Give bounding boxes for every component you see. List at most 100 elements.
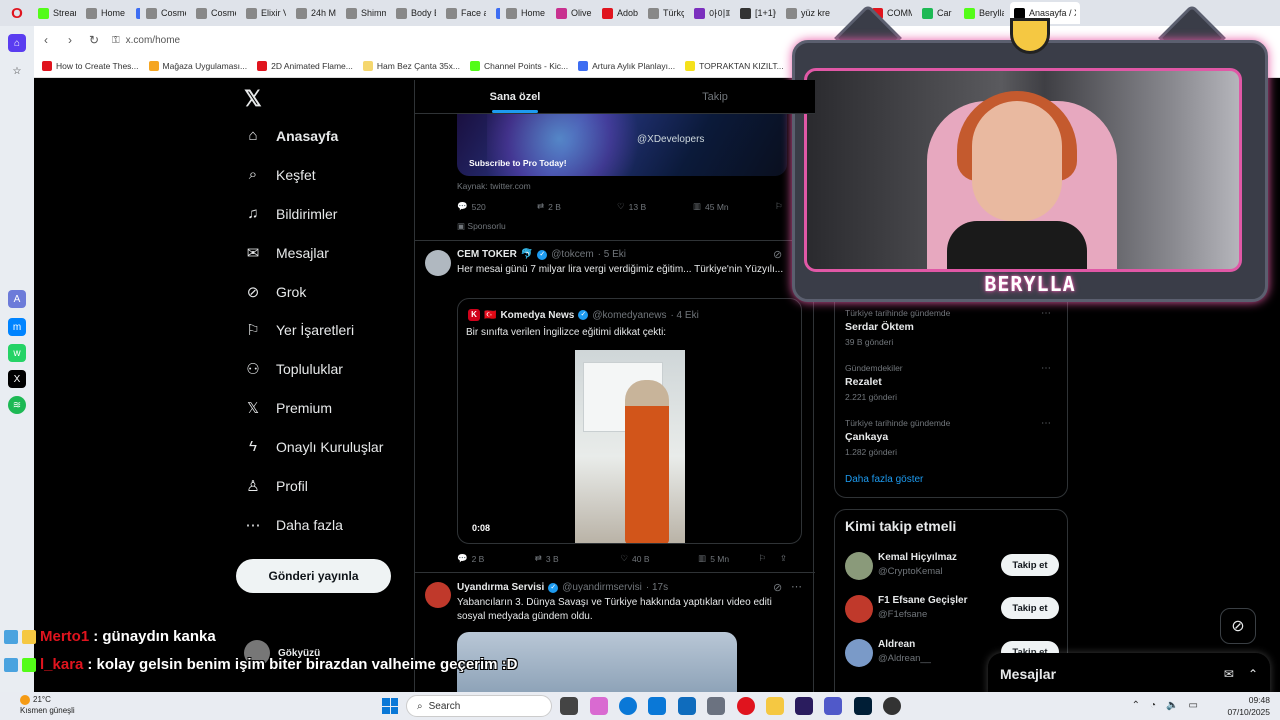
quoted-tweet[interactable]: K 🇹🇷 Komedya News ✓ @komedyanews · 4 Eki… <box>457 298 802 544</box>
start-button[interactable] <box>382 698 398 714</box>
author-handle[interactable]: @uyandirmservisi <box>562 582 642 593</box>
photoshop-icon[interactable] <box>854 697 872 715</box>
task-view-icon[interactable] <box>560 697 578 715</box>
follow-button[interactable]: Takip et <box>1001 597 1059 619</box>
browser-tab[interactable]: Elixir Vo <box>242 2 290 24</box>
weather-widget[interactable]: 21°C Kısmen güneşli <box>20 694 75 716</box>
nav-item-anasayfa[interactable]: ⌂ Anasayfa <box>244 127 338 144</box>
tab-following[interactable]: Takip <box>615 80 815 113</box>
obs-icon[interactable] <box>883 697 901 715</box>
browser-tab[interactable]: Türkçe ç <box>644 2 688 24</box>
pinboard-icon[interactable]: ☆ <box>8 62 26 80</box>
avatar[interactable] <box>425 250 451 276</box>
workspace-icon[interactable]: ⌂ <box>8 34 26 52</box>
nav-item-profil[interactable]: ♙ Profil <box>244 477 308 495</box>
nav-item-mesajlar[interactable]: ✉ Mesajlar <box>244 244 329 262</box>
browser-tab[interactable]: Berylla <box>960 2 1008 24</box>
reply-button[interactable]: 💬 2 B <box>457 553 535 564</box>
views-button[interactable]: ▥ 5 Mn <box>698 553 758 564</box>
bookmark-button[interactable]: ⚐ <box>758 553 779 564</box>
bookmark-item[interactable]: Artura Aylık Planlayı... <box>578 60 675 71</box>
x-sidebar-icon[interactable]: X <box>8 370 26 388</box>
browser-tab[interactable]: Body Bu <box>392 2 440 24</box>
grok-analyze-icon[interactable]: ⊘ <box>773 581 782 594</box>
browser-tab[interactable]: Car <box>918 2 958 24</box>
grok-floating-button[interactable]: ⊘ <box>1220 608 1256 644</box>
after-effects-icon[interactable] <box>795 697 813 715</box>
bookmark-item[interactable]: 2D Animated Flame... <box>257 60 353 71</box>
site-info-icon[interactable]: ⚿ <box>112 35 120 46</box>
chevron-up-icon[interactable]: ⌃ <box>1132 700 1140 711</box>
trend-item[interactable]: Türkiye tarihinde gündemde Çankaya 1.282 g… <box>845 418 1059 457</box>
video-player[interactable] <box>575 350 685 543</box>
browser-tab[interactable]: Olive Sp <box>552 2 596 24</box>
nav-item-daha-fazla[interactable]: ⋯ Daha fazla <box>244 516 343 534</box>
battery-icon[interactable]: ▭ <box>1189 700 1198 711</box>
follow-suggestion[interactable]: Kemal Hiçyılmaz @CryptoKemal Takip et <box>845 550 1059 586</box>
browser-tab[interactable]: Stream <box>34 2 80 24</box>
author-name[interactable]: Uyandırma Servisi <box>457 582 544 593</box>
aria-icon[interactable]: A <box>8 290 26 308</box>
browser-tab[interactable] <box>492 2 500 24</box>
reply-button[interactable]: 💬 520 <box>457 201 537 212</box>
share-button[interactable]: ⇪ <box>780 553 787 564</box>
clock[interactable]: 09:48 07/10/2025 <box>1227 694 1270 718</box>
more-options-icon[interactable]: ⋯ <box>1041 418 1051 429</box>
grok-analyze-icon[interactable]: ⊘ <box>773 248 782 261</box>
repost-button[interactable]: ⇄ 3 B <box>535 553 621 564</box>
follow-button[interactable]: Takip et <box>1001 554 1059 576</box>
tweet-date[interactable]: · 5 Eki <box>598 249 626 260</box>
opera-taskbar-icon[interactable] <box>737 697 755 715</box>
outlook-icon[interactable] <box>678 697 696 715</box>
expand-icon[interactable]: ⌃ <box>1248 667 1258 681</box>
browser-tab[interactable]: Home - <box>502 2 550 24</box>
photos-icon[interactable] <box>707 697 725 715</box>
like-button[interactable]: ♡ 13 B <box>617 201 693 212</box>
trend-item[interactable]: Türkiye tarihinde gündemde Serdar Öktem 39… <box>845 308 1059 347</box>
nav-item-yer-i̇şaretleri[interactable]: ⚐ Yer İşaretleri <box>244 321 354 339</box>
messenger-icon[interactable]: m <box>8 318 26 336</box>
taskbar-search[interactable]: ⌕ Search <box>406 695 552 717</box>
more-options-icon[interactable]: ⋯ <box>1041 308 1051 319</box>
follow-suggestion[interactable]: F1 Efsane Geçişler @F1efsane Takip et <box>845 593 1059 629</box>
bookmark-button[interactable]: ⚐ <box>775 201 783 212</box>
volume-icon[interactable]: 🔈 <box>1166 700 1178 711</box>
bookmark-item[interactable]: TOPRAKTAN KIZILT... <box>685 60 784 71</box>
repost-button[interactable]: ⇄ 2 B <box>537 201 617 212</box>
trend-item[interactable]: Gündemdekiler Rezalet 2.221 gönderi ⋯ <box>845 363 1059 402</box>
show-more-link[interactable]: Daha fazla göster <box>845 474 923 485</box>
browser-tab[interactable]: Cosmet <box>142 2 190 24</box>
nav-item-bildirimler[interactable]: ♫ Bildirimler <box>244 205 337 222</box>
browser-tab[interactable]: 아이패드 <box>690 2 734 24</box>
ad-source[interactable]: Kaynak: twitter.com <box>457 181 531 191</box>
spotify-icon[interactable]: ≋ <box>8 396 26 414</box>
nav-item-premium[interactable]: 𝕏 Premium <box>244 399 332 417</box>
author-name[interactable]: CEM TOKER <box>457 249 517 260</box>
x-logo-icon[interactable]: 𝕏 <box>244 86 262 112</box>
opera-logo-icon[interactable]: O <box>0 0 34 26</box>
new-message-icon[interactable]: ✉ <box>1224 667 1234 681</box>
nav-item-topluluklar[interactable]: ⚇ Topluluklar <box>244 360 343 378</box>
bookmark-item[interactable]: Mağaza Uygulaması... <box>148 60 247 71</box>
reload-icon[interactable]: ↻ <box>82 33 106 47</box>
forward-icon[interactable]: › <box>58 33 82 47</box>
browser-tab[interactable]: [1+1]0 <box>736 2 780 24</box>
browser-tab[interactable]: 24h Mo <box>292 2 340 24</box>
nav-item-onaylı-kuruluşlar[interactable]: ϟ Onaylı Kuruluşlar <box>244 438 383 455</box>
browser-tab[interactable]: Shimme <box>342 2 390 24</box>
browser-tab[interactable]: Adobe F <box>598 2 642 24</box>
ad-media-card[interactable]: @XDevelopers Subscribe to Pro Today! <box>457 114 787 176</box>
copilot-icon[interactable] <box>590 697 608 715</box>
browser-tab[interactable]: Cosmet <box>192 2 240 24</box>
whatsapp-icon[interactable]: w <box>8 344 26 362</box>
url-field[interactable]: ⚿ x.com/home <box>112 29 180 51</box>
like-button[interactable]: ♡ 40 B <box>620 553 698 564</box>
edge-icon[interactable] <box>619 697 637 715</box>
browser-tab[interactable] <box>132 2 140 24</box>
file-explorer-icon[interactable] <box>766 697 784 715</box>
nav-item-keşfet[interactable]: ⌕ Keşfet <box>244 166 316 183</box>
author-handle[interactable]: @tokcem <box>551 249 593 260</box>
tweet-date[interactable]: · 17s <box>646 582 668 593</box>
network-icon[interactable]: ◔ <box>1150 700 1156 711</box>
avatar[interactable] <box>845 639 873 667</box>
